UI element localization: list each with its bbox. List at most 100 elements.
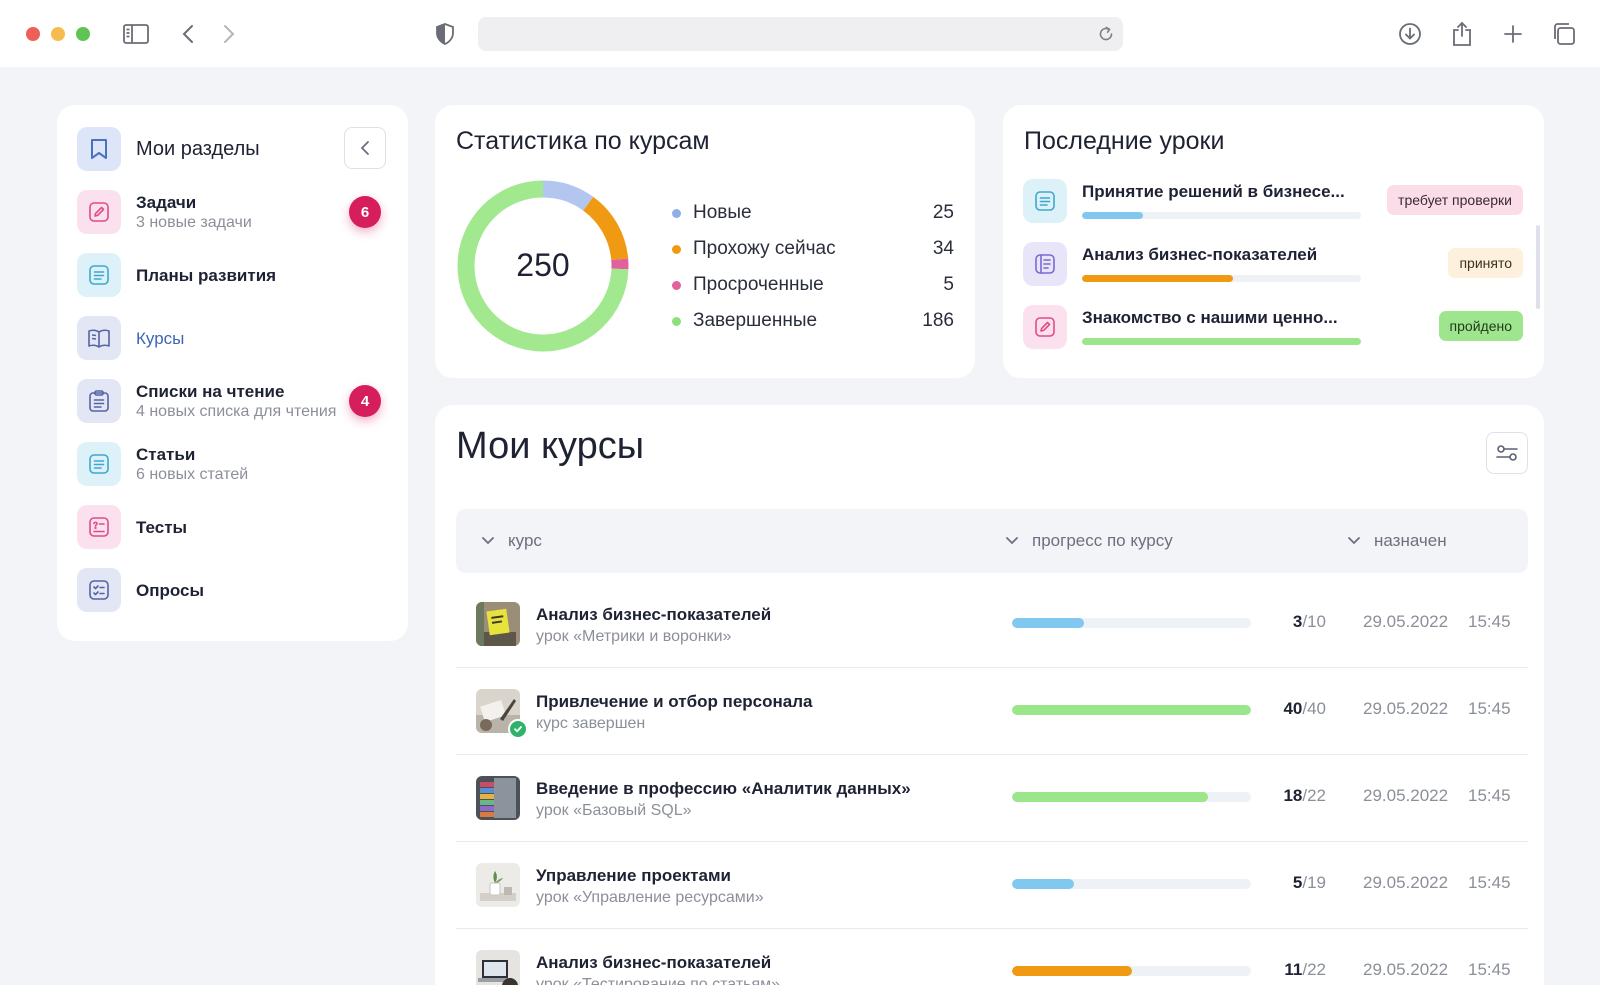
table-row[interactable]: Управление проектами урок «Управление ре… <box>456 842 1528 929</box>
tasks-count-badge: 6 <box>349 196 381 228</box>
legend-label: Новые <box>693 202 752 223</box>
table-header: курс прогресс по курсу назначен <box>456 509 1528 573</box>
lessons-scrollbar[interactable] <box>1536 225 1540 309</box>
column-header-assigned[interactable]: назначен <box>1346 531 1447 551</box>
sidebar-card: Мои разделы Задачи 3 новые задачи 6 План… <box>57 105 408 641</box>
course-subtitle: курс завершен <box>536 715 646 732</box>
sidebar-toggle-icon[interactable] <box>120 18 152 50</box>
course-subtitle: урок «Тестирование по статьям» <box>536 976 781 985</box>
article-icon <box>77 442 121 486</box>
sidebar-item-sub: 4 новых списка для чтения <box>136 402 337 420</box>
sidebar-item-courses[interactable]: Курсы <box>77 315 397 361</box>
bookmark-icon <box>77 127 121 171</box>
legend-dot <box>672 316 681 326</box>
legend-value: 34 <box>932 238 954 259</box>
legend-dot <box>672 244 681 254</box>
sidebar-item-label: Опросы <box>136 580 205 600</box>
table-row[interactable]: Введение в профессию «Аналитик данных» у… <box>456 755 1528 842</box>
column-header-course[interactable]: курс <box>480 531 542 551</box>
status-badge: принято <box>1448 248 1523 278</box>
browser-toolbar <box>0 0 1600 67</box>
sidebar-item-label: Тесты <box>136 517 188 537</box>
course-title: Анализ бизнес-показателей <box>536 605 772 624</box>
donut-segment-1 <box>582 196 629 261</box>
checklist-icon <box>77 568 121 612</box>
page-title: Мои курсы <box>456 425 645 467</box>
lesson-item[interactable]: Принятие решений в бизнесе... требует пр… <box>1023 179 1523 225</box>
legend-completed: Завершенные 186 <box>672 308 954 334</box>
stats-title: Статистика по курсам <box>456 127 710 155</box>
sidebar-item-development-plans[interactable]: Планы развития <box>77 252 397 298</box>
course-title: Введение в профессию «Аналитик данных» <box>536 779 911 798</box>
document-icon <box>1023 179 1067 223</box>
list-icon <box>1023 242 1067 286</box>
tabs-overview-icon[interactable] <box>1548 18 1580 50</box>
legend-value: 5 <box>943 274 954 295</box>
minimize-window-button[interactable] <box>51 27 65 41</box>
zoom-window-button[interactable] <box>76 27 90 41</box>
forward-icon[interactable] <box>213 18 245 50</box>
course-progress-count: 18/22 <box>1283 786 1326 805</box>
sidebar-item-tests[interactable]: Тесты <box>77 504 397 550</box>
course-progress-count: 40/40 <box>1283 699 1326 718</box>
course-progress-bar <box>1012 966 1251 976</box>
course-thumbnail <box>476 950 520 985</box>
sidebar-item-articles[interactable]: Статьи 6 новых статей <box>77 441 397 487</box>
course-subtitle: урок «Базовый SQL» <box>536 802 692 819</box>
filter-button[interactable] <box>1486 432 1528 474</box>
legend-in-progress: Прохожу сейчас 34 <box>672 236 954 262</box>
chevron-down-icon <box>1006 537 1018 545</box>
assigned-date: 29.05.2022 <box>1363 612 1449 631</box>
table-row[interactable]: Анализ бизнес-показателей урок «Тестиров… <box>456 929 1528 985</box>
sidebar-item-label: Задачи <box>136 192 197 212</box>
lesson-title: Знакомство с нашими ценно... <box>1082 308 1338 327</box>
course-progress-fill <box>1012 792 1208 802</box>
share-icon[interactable] <box>1446 18 1478 50</box>
shield-icon[interactable] <box>429 18 461 50</box>
course-progress-bar <box>1012 879 1251 889</box>
course-subtitle: урок «Метрики и воронки» <box>536 628 732 645</box>
sidebar-item-surveys[interactable]: Опросы <box>77 567 397 613</box>
lesson-item[interactable]: Анализ бизнес-показателей принято <box>1023 242 1523 288</box>
donut-segment-0 <box>542 180 594 211</box>
legend-label: Просроченные <box>693 274 824 295</box>
back-icon[interactable] <box>172 18 204 50</box>
table-row[interactable]: Анализ бизнес-показателей урок «Метрики … <box>456 581 1528 668</box>
course-stats-card: Статистика по курсам 250 Новые 25 Прохож… <box>435 105 975 378</box>
table-row[interactable]: Привлечение и отбор персонала курс завер… <box>456 668 1528 755</box>
sidebar-item-label: Списки на чтение <box>136 381 285 401</box>
new-tab-icon[interactable] <box>1497 18 1529 50</box>
column-label: прогресс по курсу <box>1032 531 1173 550</box>
assigned-date: 29.05.2022 <box>1363 960 1449 979</box>
course-progress-bar <box>1012 792 1251 802</box>
assigned-date: 29.05.2022 <box>1363 786 1449 805</box>
course-progress-fill <box>1012 705 1251 715</box>
course-progress-fill <box>1012 618 1084 628</box>
stats-donut-chart: 250 <box>457 180 629 352</box>
chevron-down-icon <box>1348 537 1360 545</box>
download-icon[interactable] <box>1394 18 1426 50</box>
lesson-progress-fill <box>1082 275 1233 282</box>
address-bar[interactable] <box>478 17 1123 51</box>
legend-overdue: Просроченные 5 <box>672 272 954 298</box>
lesson-title: Анализ бизнес-показателей <box>1082 245 1318 264</box>
course-progress-bar <box>1012 618 1251 628</box>
assigned-time: 15:45 <box>1468 699 1511 718</box>
course-title: Управление проектами <box>536 866 731 885</box>
lesson-item[interactable]: Знакомство с нашими ценно... пройдено <box>1023 305 1523 351</box>
lessons-title: Последние уроки <box>1024 127 1225 155</box>
reload-icon[interactable] <box>1097 25 1115 43</box>
chevron-down-icon <box>482 537 494 545</box>
assigned-time: 15:45 <box>1468 786 1511 805</box>
assigned-time: 15:45 <box>1468 960 1511 979</box>
course-progress-bar <box>1012 705 1251 715</box>
sidebar-item-sub: 6 новых статей <box>136 465 249 483</box>
completed-check-icon <box>508 719 528 739</box>
latest-lessons-card: Последние уроки Принятие решений в бизне… <box>1003 105 1544 378</box>
collapse-sidebar-button[interactable] <box>344 127 386 169</box>
close-window-button[interactable] <box>26 27 40 41</box>
reading-lists-count-badge: 4 <box>349 385 381 417</box>
status-badge: пройдено <box>1438 311 1523 341</box>
sidebar-item-sub: 3 новые задачи <box>136 213 252 231</box>
column-header-progress[interactable]: прогресс по курсу <box>1004 531 1173 551</box>
